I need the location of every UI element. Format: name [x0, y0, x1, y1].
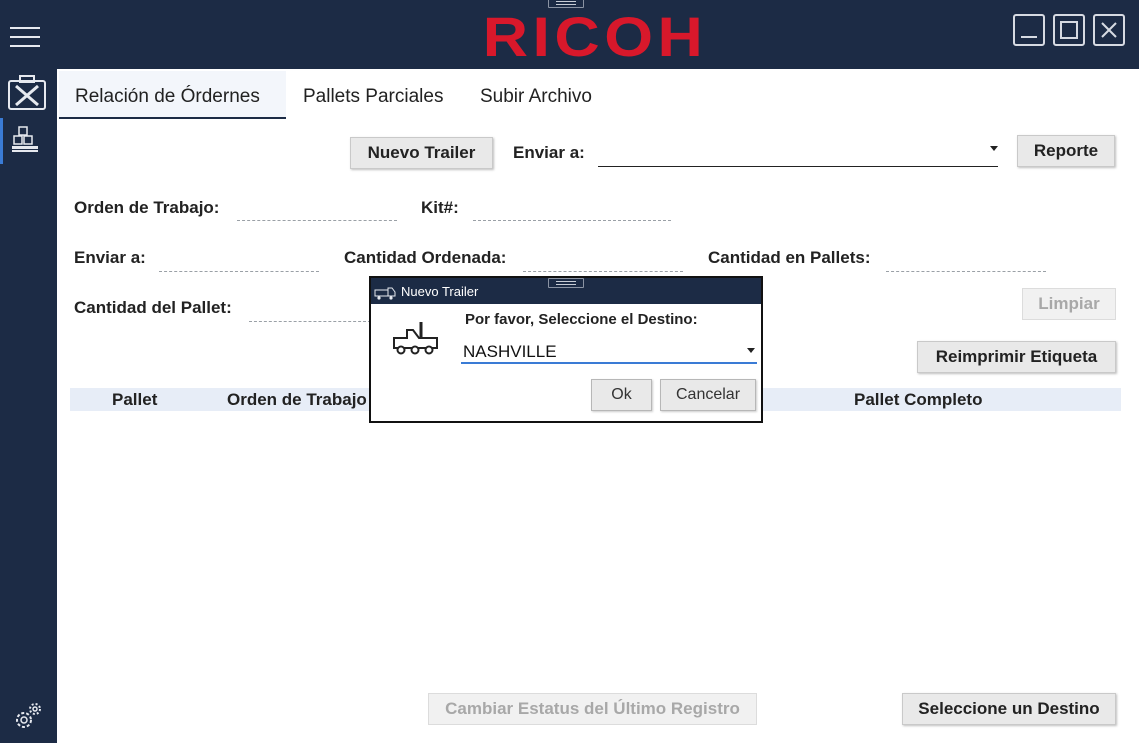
cantidad-pallets-field[interactable] — [886, 271, 1046, 272]
minimize-icon[interactable] — [1013, 14, 1045, 46]
orden-trabajo-field[interactable] — [237, 220, 397, 221]
truck-small-icon — [374, 287, 396, 300]
nuevo-trailer-button[interactable]: Nuevo Trailer — [350, 137, 493, 169]
enviar-a-toolbar-label: Enviar a: — [513, 143, 585, 162]
reimprimir-etiqueta-button[interactable]: Reimprimir Etiqueta — [917, 341, 1116, 373]
dialog-drag-handle[interactable] — [548, 278, 584, 288]
enviar-a-dropdown[interactable] — [598, 136, 998, 167]
cancelar-button[interactable]: Cancelar — [660, 379, 756, 411]
ok-button[interactable]: Ok — [591, 379, 652, 411]
dialog-title-bar[interactable]: Nuevo Trailer — [371, 278, 761, 304]
ricoh-logo: RICOH — [482, 5, 708, 68]
cantidad-pallets-label: Cantidad en Pallets: — [708, 248, 871, 267]
kit-label: Kit#: — [421, 198, 459, 217]
destino-dropdown-value: NASHVILLE — [463, 342, 557, 361]
tab-subir-archivo[interactable]: Subir Archivo — [480, 86, 592, 108]
cantidad-ordenada-label: Cantidad Ordenada: — [344, 248, 507, 267]
limpiar-button[interactable]: Limpiar — [1022, 288, 1116, 320]
enviar-a-label: Enviar a: — [74, 248, 146, 267]
toolbox-icon[interactable] — [6, 72, 48, 114]
destino-dropdown[interactable]: NASHVILLE — [461, 338, 757, 364]
tab-relacion-ordernes[interactable]: Relación de Órdernes — [75, 86, 260, 108]
seleccione-destino-button[interactable]: Seleccione un Destino — [902, 693, 1116, 725]
pallet-icon[interactable] — [10, 124, 52, 166]
enviar-a-field[interactable] — [159, 271, 319, 272]
tab-pallets-parciales[interactable]: Pallets Parciales — [303, 86, 443, 108]
gear-icon[interactable] — [12, 700, 44, 732]
cambiar-estatus-button[interactable]: Cambiar Estatus del Último Registro — [428, 693, 757, 725]
column-header-pallet[interactable]: Pallet — [112, 390, 157, 410]
column-header-pallet-completo[interactable]: Pallet Completo — [854, 390, 982, 410]
side-nav-selection — [0, 118, 3, 164]
truck-icon — [393, 322, 438, 355]
reporte-button[interactable]: Reporte — [1017, 135, 1115, 167]
dialog-prompt: Por favor, Seleccione el Destino: — [465, 311, 698, 328]
cantidad-pallet-field[interactable] — [249, 321, 371, 322]
orden-trabajo-label: Orden de Trabajo: — [74, 198, 220, 217]
nuevo-trailer-dialog: Nuevo Trailer Por favor, Seleccione el D… — [369, 276, 763, 423]
column-header-orden-trabajo[interactable]: Orden de Trabajo — [227, 390, 367, 410]
active-tab-indicator — [59, 117, 286, 119]
chevron-down-icon[interactable] — [747, 348, 755, 353]
kit-field[interactable] — [473, 220, 671, 221]
side-nav — [0, 69, 57, 743]
maximize-icon[interactable] — [1053, 14, 1085, 46]
close-icon[interactable] — [1093, 14, 1125, 46]
hamburger-icon[interactable] — [10, 27, 40, 47]
cantidad-pallet-label: Cantidad del Pallet: — [74, 298, 232, 317]
cantidad-ordenada-field[interactable] — [523, 271, 683, 272]
chevron-down-icon[interactable] — [990, 146, 998, 151]
enviar-a-dropdown-underline — [598, 166, 998, 167]
dialog-title: Nuevo Trailer — [401, 284, 479, 299]
